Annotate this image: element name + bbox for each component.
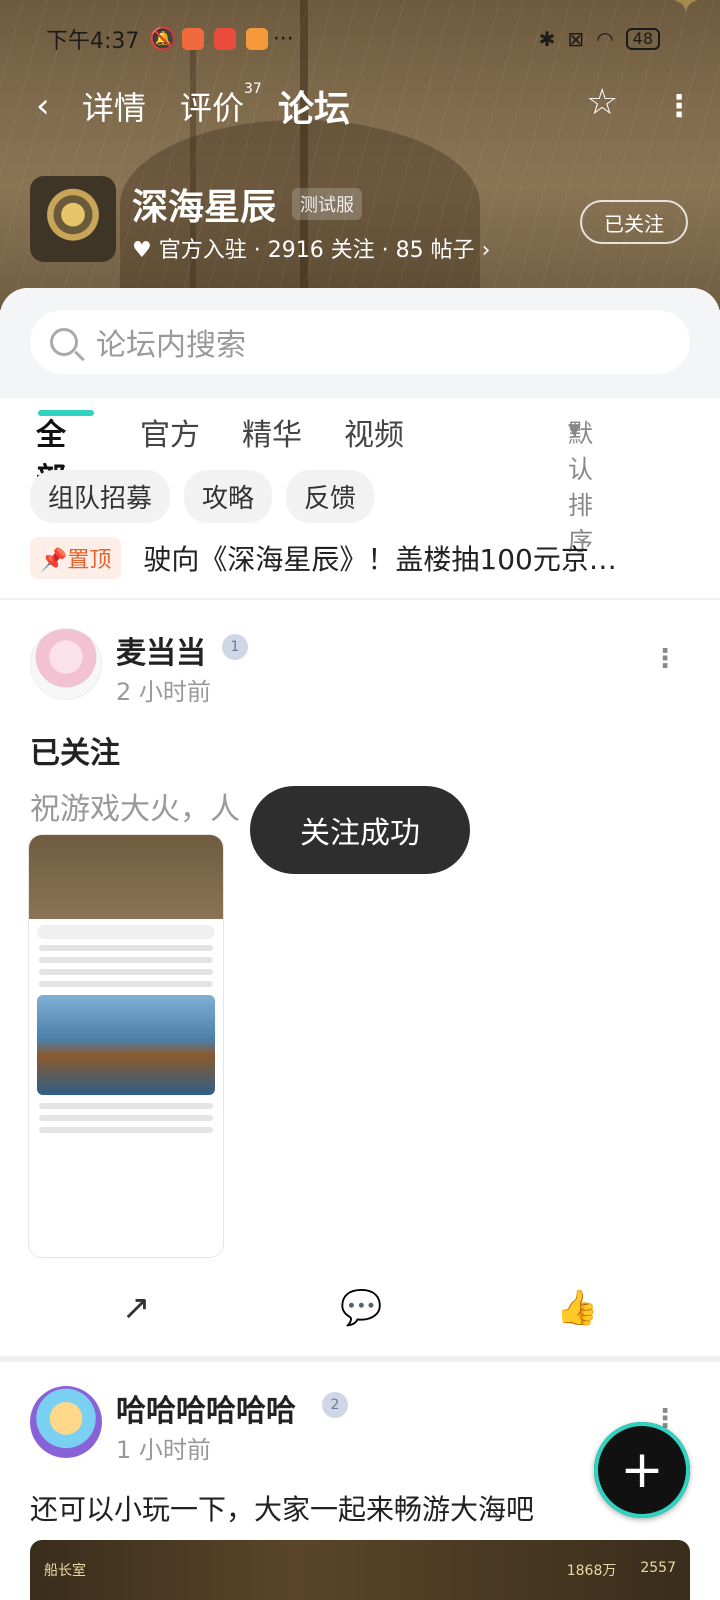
category-chips: 组队招募 攻略 反馈 <box>30 470 375 523</box>
follow-button[interactable]: 已关注 <box>580 200 688 244</box>
thumbnail-line <box>39 1103 213 1109</box>
tab-forum[interactable]: 论坛 <box>274 80 358 132</box>
status-time: 下午4:37 <box>46 29 140 54</box>
tab-details[interactable]: 详情 <box>82 83 146 129</box>
tab-video[interactable]: 视频 <box>344 410 404 454</box>
strip-left-label: 船长室 <box>44 1563 86 1579</box>
review-count: 37 <box>244 81 262 98</box>
post-body[interactable]: 祝游戏大火，人 <box>30 784 240 828</box>
more-notifications-icon: ··· <box>272 26 294 52</box>
thumbnail-header <box>29 835 223 919</box>
thumbnail-line <box>39 969 213 975</box>
favorite-star-icon[interactable]: ☆ <box>586 82 618 123</box>
game-logo-watermark: ✦ <box>671 0 701 22</box>
no-sim-icon: ⊠ <box>567 27 585 51</box>
tab-reviews[interactable]: 评价37 <box>180 81 262 129</box>
filter-tabs: 全部 官方 精华 视频 默认排序 ▾ <box>36 410 696 556</box>
wifi-icon: ◠ <box>596 27 614 51</box>
game-name: 深海星辰 <box>132 187 277 228</box>
plus-icon: + <box>620 1440 664 1500</box>
mute-bell-icon: 🔕 <box>149 26 177 52</box>
thumbnail-search <box>37 925 215 939</box>
post-body[interactable]: 还可以小玩一下，大家一起来畅游大海吧 <box>30 1488 534 1528</box>
pinned-post[interactable]: 📌置顶 驶向《深海星辰》！盖楼抽100元京… <box>30 537 690 579</box>
like-icon[interactable]: 👍 <box>556 1288 598 1328</box>
post-divider <box>0 1356 720 1362</box>
active-filter-underline <box>38 410 94 416</box>
notification-app-icon <box>181 28 204 50</box>
avatar[interactable] <box>30 628 102 700</box>
chevron-right-icon: › <box>474 238 491 263</box>
post-author[interactable]: 哈哈哈哈哈哈 <box>116 1386 296 1430</box>
pinned-badge: 📌置顶 <box>30 537 122 579</box>
caret-down-icon: ▾ <box>568 414 581 443</box>
status-bar: 下午4:37 🔕 ··· ✱ ⊠ ◠ 48 <box>46 22 660 56</box>
user-level-icon: 1 <box>222 634 248 660</box>
thumbnail-line <box>39 1115 213 1121</box>
thumbnail-line <box>39 945 213 951</box>
strip-stat: 2557 <box>640 1560 676 1576</box>
more-vertical-icon[interactable]: ⋮ <box>664 89 694 124</box>
section-divider <box>0 598 720 600</box>
pinned-badge-label: 置顶 <box>67 548 112 573</box>
post-actions: ↗ 💬 👍 <box>0 1288 720 1338</box>
search-area: 论坛内搜索 <box>0 288 720 398</box>
share-icon[interactable]: ↗ <box>122 1288 151 1328</box>
thumbnail-line <box>39 981 213 987</box>
notification-app-icon <box>245 28 268 50</box>
back-arrow-icon[interactable]: ‹ <box>36 86 50 126</box>
game-icon[interactable] <box>30 176 116 262</box>
chip-guide[interactable]: 攻略 <box>184 470 273 523</box>
bluetooth-icon: ✱ <box>538 27 556 51</box>
search-placeholder: 论坛内搜索 <box>96 328 246 363</box>
user-level-icon: 2 <box>322 1392 348 1418</box>
thumbnail-line <box>39 957 213 963</box>
post-image-strip[interactable]: 船长室 1868万 2557 <box>30 1540 690 1600</box>
post-time: 2 小时前 <box>116 678 211 706</box>
toast-message: 关注成功 <box>250 786 470 874</box>
thumbnail-ship-image <box>37 995 215 1095</box>
battery-indicator: 48 <box>625 28 660 50</box>
top-nav: ‹ 详情 评价37 论坛 ☆ ⋮ <box>0 78 720 134</box>
test-server-badge: 测试服 <box>292 188 362 220</box>
tab-essence[interactable]: 精华 <box>242 410 302 454</box>
comment-icon[interactable]: 💬 <box>340 1288 382 1328</box>
chip-feedback[interactable]: 反馈 <box>286 470 375 523</box>
post-time: 1 小时前 <box>116 1436 211 1464</box>
post-more-icon[interactable]: ⋮ <box>652 644 678 674</box>
verified-heart-icon: ♥ <box>132 238 159 263</box>
search-icon <box>50 328 78 356</box>
pin-icon: 📌 <box>40 548 68 573</box>
game-meta[interactable]: ♥ 官方入驻 · 2916 关注 · 85 帖子 › <box>132 232 490 264</box>
search-input[interactable]: 论坛内搜索 <box>30 310 690 374</box>
create-post-button[interactable]: + <box>594 1422 690 1518</box>
forum-sheet: 论坛内搜索 全部 官方 精华 视频 默认排序 ▾ 组队招募 攻略 反馈 📌置顶 … <box>0 288 720 1600</box>
post-author[interactable]: 麦当当 <box>116 628 206 672</box>
pinned-title: 驶向《深海星辰》！盖楼抽100元京… <box>143 543 617 576</box>
notification-app-icon <box>213 28 236 50</box>
thumbnail-line <box>39 1127 213 1133</box>
chip-team-recruit[interactable]: 组队招募 <box>30 470 171 523</box>
tab-reviews-label: 评价 <box>180 89 245 127</box>
post-image-thumbnail[interactable] <box>28 834 224 1258</box>
tab-official[interactable]: 官方 <box>140 410 200 454</box>
strip-stat: 1868万 <box>566 1563 617 1579</box>
game-meta-text: 官方入驻 · 2916 关注 · 85 帖子 <box>158 238 475 263</box>
tab-forum-label: 论坛 <box>278 89 351 130</box>
post-title[interactable]: 已关注 <box>30 728 120 772</box>
avatar[interactable] <box>30 1386 102 1458</box>
